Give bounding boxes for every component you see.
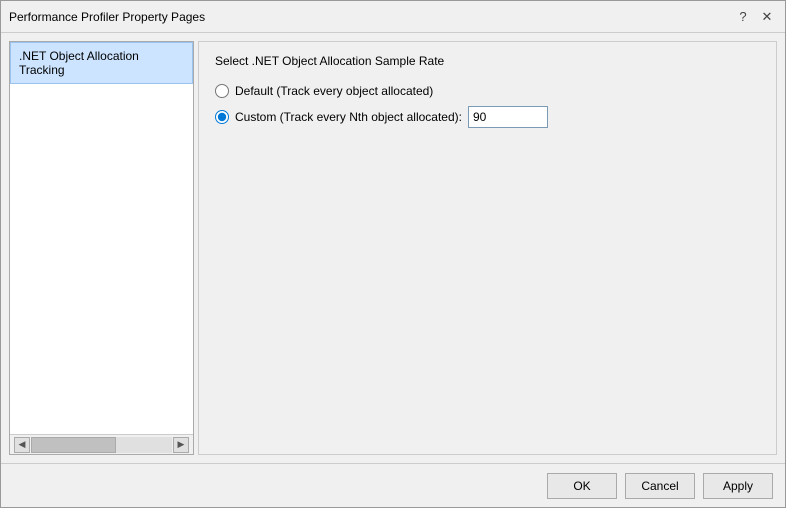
scroll-right-arrow[interactable]: ▶: [173, 437, 189, 453]
section-title: Select .NET Object Allocation Sample Rat…: [215, 54, 760, 68]
radio-row-default: Default (Track every object allocated): [215, 84, 760, 98]
radio-custom[interactable]: [215, 110, 229, 124]
radio-default[interactable]: [215, 84, 229, 98]
window-title: Performance Profiler Property Pages: [9, 10, 205, 24]
scroll-left-arrow[interactable]: ◀: [14, 437, 30, 453]
dialog-window: Performance Profiler Property Pages ? ✕ …: [0, 0, 786, 508]
radio-group: Default (Track every object allocated) C…: [215, 84, 760, 128]
scroll-track[interactable]: [31, 437, 172, 453]
horizontal-scrollbar: ◀ ▶: [10, 434, 193, 454]
apply-button[interactable]: Apply: [703, 473, 773, 499]
cancel-button[interactable]: Cancel: [625, 473, 695, 499]
radio-default-label: Default (Track every object allocated): [235, 84, 433, 98]
sidebar-item-net-allocation[interactable]: .NET Object Allocation Tracking: [10, 42, 193, 84]
dialog-body: .NET Object Allocation Tracking ◀ ▶ Sele…: [1, 33, 785, 463]
help-button[interactable]: ?: [733, 7, 753, 27]
title-bar-controls: ? ✕: [733, 7, 777, 27]
scroll-thumb: [31, 437, 116, 453]
radio-row-custom: Custom (Track every Nth object allocated…: [215, 106, 760, 128]
left-panel: .NET Object Allocation Tracking ◀ ▶: [9, 41, 194, 455]
dialog-footer: OK Cancel Apply: [1, 463, 785, 507]
close-button[interactable]: ✕: [757, 7, 777, 27]
radio-custom-label: Custom (Track every Nth object allocated…: [235, 110, 462, 124]
right-panel: Select .NET Object Allocation Sample Rat…: [198, 41, 777, 455]
title-bar: Performance Profiler Property Pages ? ✕: [1, 1, 785, 33]
custom-value-input[interactable]: [468, 106, 548, 128]
ok-button[interactable]: OK: [547, 473, 617, 499]
